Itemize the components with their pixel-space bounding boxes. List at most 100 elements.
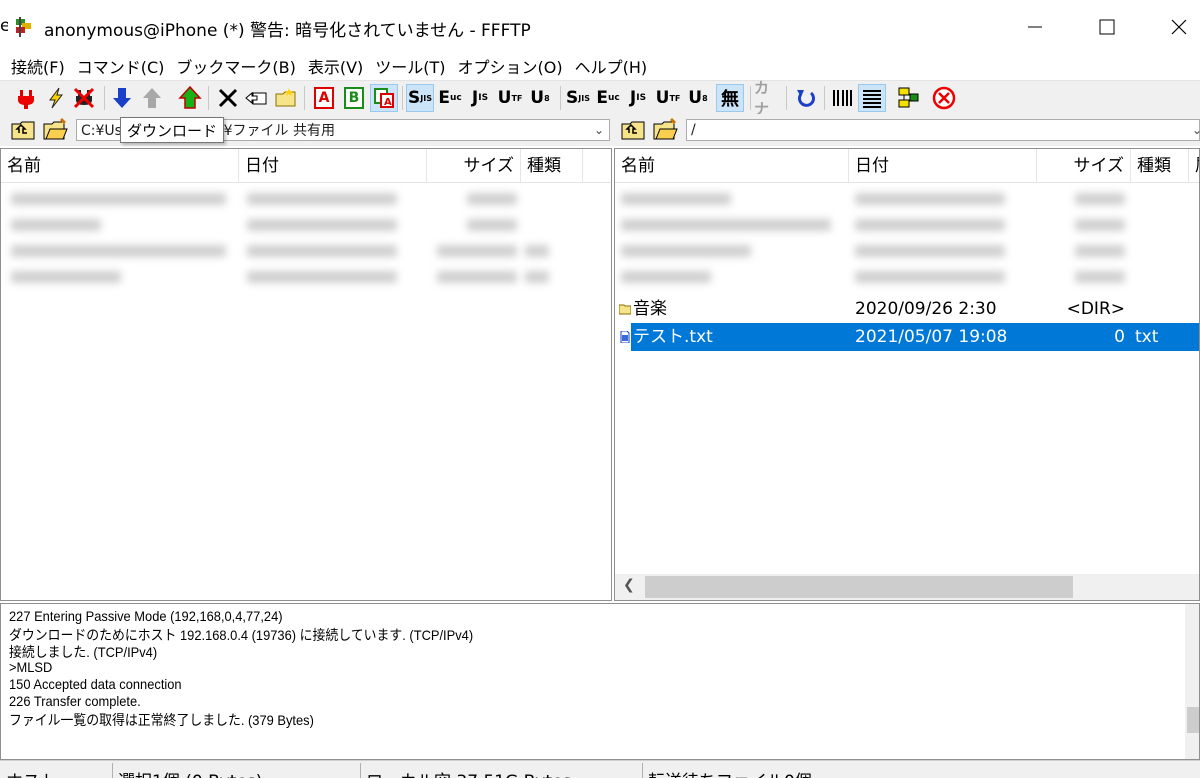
local-path-dropdown-icon[interactable]: ⌄ — [590, 119, 608, 141]
menu-options[interactable]: オプション(O) — [457, 54, 564, 78]
window-title: anonymous@iPhone (*) 警告: 暗号化されていません - FF… — [44, 21, 531, 41]
log-line: ファイル一覧の取得は正常終了しました. (379 Bytes) — [9, 712, 314, 728]
details-view-button[interactable] — [858, 84, 886, 112]
remote-file-row-selected[interactable]: テスト.txt 2021/05/07 19:08 0 txt — [615, 323, 1199, 351]
kanji-jis-button[interactable]: J IS — [466, 84, 494, 112]
remote-path-bar: ⌄ — [612, 114, 1200, 146]
local-blurred-row — [1, 239, 611, 263]
local-col-size[interactable]: サイズ — [427, 149, 521, 183]
quick-connect-button[interactable] — [42, 84, 70, 112]
kanji-sjis-sub: JIS — [420, 93, 432, 103]
remote-kanji-sjis-button[interactable]: S JIS — [564, 84, 592, 112]
no-conversion-label: 無 — [721, 89, 739, 110]
local-open-folder-icon[interactable] — [42, 118, 68, 142]
remote-col-name[interactable]: 名前 — [615, 149, 849, 183]
kanji-euc-button[interactable]: Euc — [436, 84, 464, 112]
local-file-list[interactable]: 名前 日付 サイズ 種類 — [0, 148, 612, 601]
kanji-utf8-label: U — [497, 88, 512, 108]
log-panel: 227 Entering Passive Mode (192,168,0,4,7… — [0, 603, 1200, 760]
status-selection: 選択1個 (0 Bytes) — [118, 767, 262, 778]
remote-path-dropdown-icon[interactable]: ⌄ — [1188, 119, 1200, 141]
menu-help[interactable]: ヘルプ(H) — [574, 54, 649, 78]
kana-label: カナ — [754, 79, 770, 118]
local-blurred-row — [1, 213, 611, 237]
upload-button[interactable] — [138, 84, 166, 112]
local-col-name[interactable]: 名前 — [1, 149, 239, 183]
details-view-icon — [863, 90, 881, 108]
kanji-utf8bom-sub: 8 — [544, 93, 550, 103]
kanji-utf8-sub: TF — [511, 93, 523, 103]
remote-kanji-utf8-sub: TF — [669, 93, 681, 103]
scroll-left-icon[interactable]: ❮ — [623, 577, 635, 593]
menu-view[interactable]: 表示(V) — [307, 54, 364, 78]
log-vertical-scrollbar[interactable] — [1185, 604, 1199, 759]
window-left-edge: e — [0, 16, 8, 36]
log-scroll-thumb[interactable] — [1187, 707, 1199, 733]
sync-folders-button[interactable] — [894, 84, 922, 112]
delete-button[interactable] — [214, 84, 242, 112]
local-path-bar: ⌄ — [0, 114, 612, 146]
remote-col-attr[interactable]: 属 — [1189, 149, 1199, 183]
status-host: ホスト — [6, 767, 57, 778]
remote-up-folder-icon[interactable] — [620, 118, 646, 142]
remote-file-list[interactable]: 名前 日付 サイズ 種類 属 音楽 2020/09/26 2:30 <DIR> … — [614, 148, 1200, 601]
svg-text:A: A — [384, 97, 392, 108]
ascii-mode-button[interactable]: A — [310, 84, 338, 112]
kana-button[interactable]: カナ — [754, 79, 782, 118]
local-col-type[interactable]: 種類 — [521, 149, 583, 183]
kanji-sjis-button[interactable]: S JIS — [406, 84, 434, 112]
remote-col-size[interactable]: サイズ — [1037, 149, 1131, 183]
remote-list-header: 名前 日付 サイズ 種類 属 — [615, 149, 1199, 183]
scroll-thumb[interactable] — [645, 576, 1073, 598]
kanji-utf8-button[interactable]: U TF — [496, 84, 524, 112]
maximize-icon[interactable] — [1092, 14, 1122, 40]
remote-kanji-utf8bom-sub: 8 — [702, 93, 708, 103]
remote-horizontal-scrollbar[interactable]: ❮ — [615, 574, 1199, 600]
binary-mode-button[interactable]: B — [340, 84, 368, 112]
status-bar: ホスト 選択1個 (0 Bytes) ローカル空 37.51G Bytes 転送… — [0, 760, 1200, 778]
local-blurred-row — [1, 265, 611, 289]
mirror-upload-button[interactable] — [176, 84, 204, 112]
remote-kanji-utf8-button[interactable]: U TF — [654, 84, 682, 112]
list-view-button[interactable] — [828, 84, 856, 112]
stop-button[interactable] — [930, 84, 958, 112]
connect-button[interactable] — [12, 84, 40, 112]
mirror-upload-icon — [178, 86, 202, 109]
download-button[interactable] — [108, 84, 136, 112]
ascii-mode-label: A — [314, 87, 334, 109]
local-up-folder-icon[interactable] — [10, 118, 36, 142]
kanji-euc-sub: uc — [449, 93, 462, 103]
auto-mode-button[interactable]: A — [370, 84, 398, 112]
no-conversion-button[interactable]: 無 — [716, 84, 744, 112]
local-col-date[interactable]: 日付 — [239, 149, 427, 183]
menu-tools[interactable]: ツール(T) — [374, 54, 446, 78]
minimize-icon[interactable] — [1020, 14, 1050, 40]
remote-kanji-utf8bom-button[interactable]: U8 — [684, 84, 712, 112]
download-tooltip: ダウンロード — [120, 117, 225, 143]
close-icon[interactable] — [1164, 14, 1194, 40]
refresh-button[interactable] — [792, 84, 820, 112]
log-line: 227 Entering Passive Mode (192,168,0,4,7… — [9, 608, 283, 624]
remote-kanji-jis-sub: IS — [636, 93, 647, 103]
rename-icon — [245, 91, 267, 105]
menu-connect[interactable]: 接続(F) — [10, 54, 66, 78]
menu-command[interactable]: コマンド(C) — [76, 54, 166, 78]
log-line: 150 Accepted data connection — [9, 676, 182, 692]
menu-bookmark[interactable]: ブックマーク(B) — [175, 54, 296, 78]
disconnect-button[interactable] — [70, 84, 98, 112]
file-icon — [620, 331, 630, 343]
mkdir-button[interactable] — [272, 84, 300, 112]
stop-icon — [932, 86, 956, 110]
remote-path-input[interactable] — [686, 119, 1200, 141]
remote-col-date[interactable]: 日付 — [849, 149, 1037, 183]
remote-kanji-euc-button[interactable]: Euc — [594, 84, 622, 112]
remote-kanji-jis-button[interactable]: J IS — [624, 84, 652, 112]
remote-col-type[interactable]: 種類 — [1131, 149, 1189, 183]
remote-open-folder-icon[interactable] — [652, 118, 678, 142]
rename-button[interactable] — [242, 84, 270, 112]
remote-file-row[interactable]: 音楽 2020/09/26 2:30 <DIR> — [615, 295, 1199, 323]
kanji-sjis-label: S — [408, 88, 421, 108]
folder-icon — [619, 304, 631, 315]
remote-blurred-row — [615, 213, 1199, 237]
kanji-utf8bom-button[interactable]: U8 — [526, 84, 554, 112]
